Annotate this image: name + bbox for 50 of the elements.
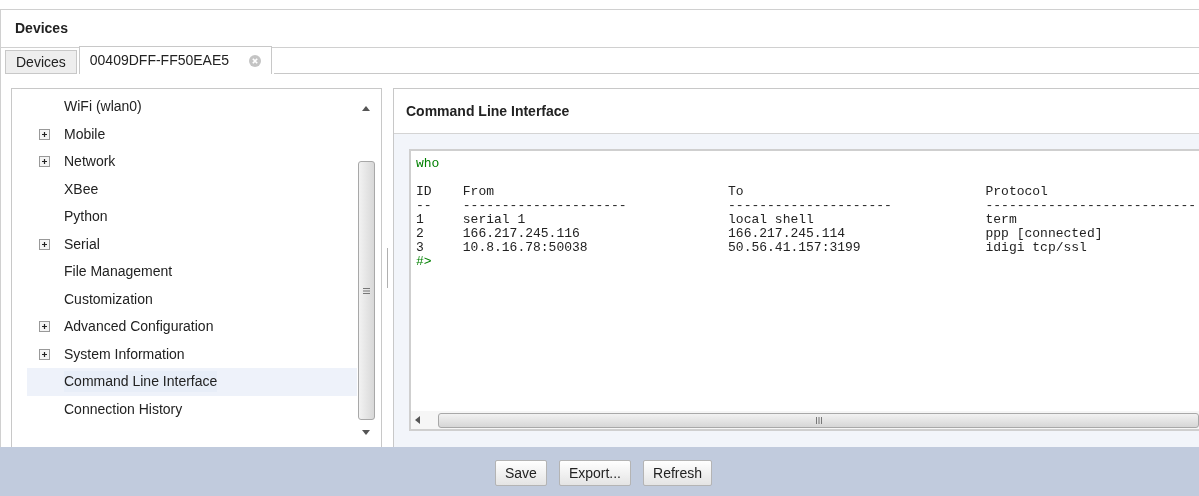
tree-item[interactable]: Command Line Interface: [27, 368, 357, 396]
tree-item[interactable]: Serial: [27, 230, 357, 258]
terminal-line: ID From To Protocol: [416, 185, 1048, 199]
grip-icon: [815, 416, 822, 424]
tree-label: System Information: [64, 344, 185, 364]
terminal-line: who: [416, 157, 440, 171]
tree-item[interactable]: Connection History: [27, 395, 357, 423]
tree-item[interactable]: Python: [27, 203, 357, 231]
tree-label: Network: [64, 152, 116, 172]
expand-icon[interactable]: [39, 238, 50, 250]
tab[interactable]: Devices: [5, 50, 77, 74]
cli-title: Command Line Interface: [406, 101, 570, 121]
scrollbar-thumb[interactable]: [357, 161, 375, 420]
tree-label: Serial: [64, 234, 100, 254]
tree-label: WiFi (wlan0): [64, 97, 142, 117]
toolbar-button[interactable]: Export...: [558, 460, 631, 486]
toolbar-button[interactable]: Refresh: [643, 460, 713, 486]
tree-label: Command Line Interface: [64, 371, 218, 393]
scroll-left-icon[interactable]: [415, 416, 420, 424]
expand-icon[interactable]: [39, 321, 50, 333]
scroll-up-icon[interactable]: [362, 106, 370, 111]
tree-item[interactable]: Mobile: [27, 120, 357, 148]
panel-title: Devices: [15, 19, 68, 38]
terminal-line: #>: [416, 255, 432, 269]
terminal-line: 2 166.217.245.116 166.217.245.114 ppp [connected]: [416, 227, 1103, 241]
tree-item[interactable]: System Information: [27, 340, 357, 368]
tree-label: Mobile: [64, 124, 106, 144]
tree-label: Connection History: [64, 399, 183, 419]
grip-icon: [362, 287, 370, 294]
scroll-down-icon[interactable]: [362, 430, 370, 435]
expand-icon[interactable]: [39, 128, 50, 140]
expand-icon[interactable]: [39, 156, 50, 168]
tree-label: Customization: [64, 289, 153, 309]
tab[interactable]: 00409DFF-FF50EAE5: [78, 46, 273, 74]
terminal-line: -- --------------------- --------------------- ---------------------------: [416, 199, 1197, 213]
tree-item[interactable]: XBee: [27, 175, 357, 203]
tree-label: File Management: [64, 262, 173, 282]
tree-label: XBee: [64, 179, 99, 199]
tree-item[interactable]: Advanced Configuration: [27, 313, 357, 341]
terminal-line: 1 serial 1 local shell term: [416, 213, 1017, 227]
tree-label: Python: [64, 207, 108, 227]
tree-item[interactable]: File Management: [27, 258, 357, 286]
tree-item[interactable]: WiFi (wlan0): [27, 93, 357, 121]
toolbar-button[interactable]: Save: [494, 460, 547, 486]
tree-label: Advanced Configuration: [64, 317, 214, 337]
splitter-handle[interactable]: [387, 247, 388, 288]
terminal-line: 3 10.8.16.78:50038 50.56.41.157:3199 idigi tcp/ssl: [416, 241, 1087, 255]
expand-icon[interactable]: [39, 348, 50, 360]
tree-item[interactable]: Customization: [27, 285, 357, 313]
tree-item[interactable]: Network: [27, 148, 357, 176]
